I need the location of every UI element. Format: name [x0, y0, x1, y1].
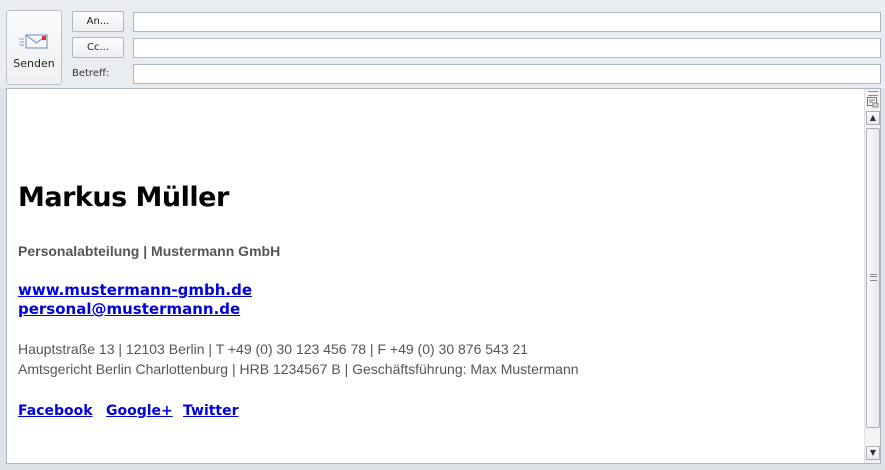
send-button-label: Senden [13, 57, 55, 70]
subject-label: Betreff: [72, 68, 110, 79]
signature-name: Markus Müller [18, 182, 229, 213]
subject-field[interactable] [133, 64, 881, 84]
signature-department: Personalabteilung | Mustermann GmbH [18, 243, 281, 259]
social-link-facebook[interactable]: Facebook [18, 403, 93, 419]
vertical-scrollbar[interactable]: ▲ ▼ [864, 89, 880, 463]
cc-button[interactable]: Cc... [72, 37, 124, 58]
signature-email-link[interactable]: personal@mustermann.de [18, 300, 240, 318]
signature-legal-line: Amtsgericht Berlin Charlottenburg | HRB … [18, 361, 579, 377]
cc-field[interactable] [133, 38, 881, 58]
grip-icon [870, 274, 877, 281]
signature-website-link[interactable]: www.mustermann-gmbh.de [18, 281, 252, 299]
scroll-down-arrow[interactable]: ▼ [866, 446, 880, 460]
split-handle-icon[interactable] [868, 91, 878, 96]
social-link-google-plus[interactable]: Google+ [106, 403, 173, 419]
to-button[interactable]: An... [72, 11, 124, 32]
message-header: Senden An... Cc... Betreff: [0, 0, 885, 88]
envelope-icon [19, 34, 48, 49]
scrollbar-thumb[interactable] [866, 128, 880, 428]
ruler-toggle-icon[interactable] [867, 97, 879, 108]
send-button[interactable]: Senden [6, 10, 62, 85]
signature-address-line: Hauptstraße 13 | 12103 Berlin | T +49 (0… [18, 341, 529, 357]
to-field[interactable] [133, 12, 881, 32]
scroll-up-arrow[interactable]: ▲ [866, 111, 880, 125]
message-body[interactable]: Markus Müller Personalabteilung | Muster… [6, 88, 881, 464]
social-link-twitter[interactable]: Twitter [183, 403, 239, 419]
